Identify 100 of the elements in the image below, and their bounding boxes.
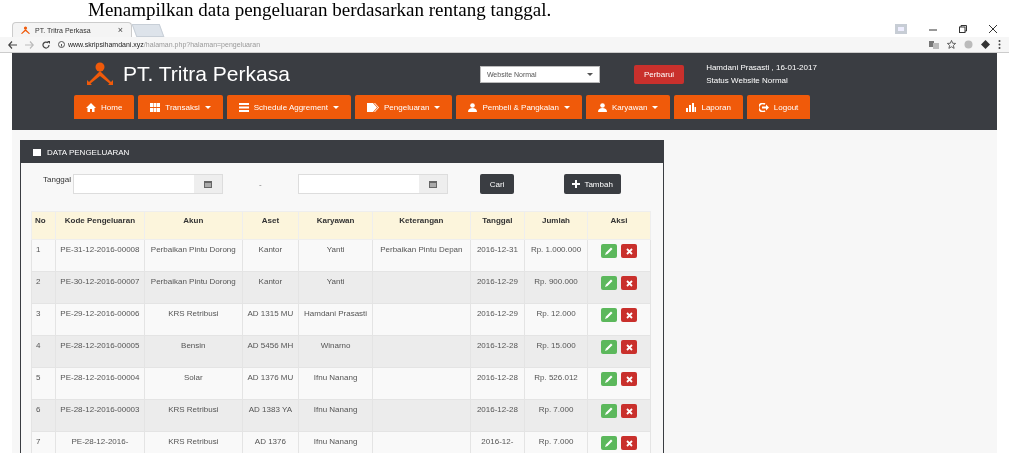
table-cell: Ifnu Nanang — [313, 437, 358, 446]
nav-item[interactable]: Schedule Aggrement — [226, 95, 351, 119]
translate-icon[interactable] — [929, 40, 939, 49]
table-cell: 2016-12-28 — [476, 373, 518, 382]
start-date-field[interactable] — [73, 174, 224, 194]
pencil-icon — [605, 439, 613, 447]
table-cell: KRS Retribusi — [168, 405, 219, 414]
calendar-icon[interactable] — [204, 180, 213, 188]
table-cell: KRS Retribusi — [168, 309, 219, 318]
edit-button[interactable] — [601, 372, 617, 386]
table-cell: Perbaikan Pintu Dorong — [150, 245, 236, 254]
column-header: Jumlah — [524, 211, 588, 240]
close-icon — [625, 407, 633, 415]
table-cell: 3 — [36, 309, 41, 318]
search-button[interactable]: Cari — [479, 174, 515, 194]
delete-button[interactable] — [621, 340, 637, 354]
table-cell: 5 — [36, 373, 41, 382]
nav-item[interactable]: Pengeluaran — [355, 95, 453, 119]
star-icon[interactable] — [947, 40, 956, 49]
calendar-icon[interactable] — [428, 180, 437, 188]
home-icon — [86, 102, 96, 112]
nav-item[interactable]: Pembeli & Pangkalan — [456, 95, 582, 119]
table-cell: Yanti — [326, 245, 345, 254]
column-header: Kode Pengeluaran — [55, 211, 145, 240]
close-icon — [625, 343, 633, 351]
info-icon — [58, 41, 65, 48]
nav-item[interactable]: Home — [74, 95, 135, 119]
caret-icon — [434, 105, 441, 109]
close-icon[interactable] — [989, 24, 997, 33]
grid-icon — [150, 102, 161, 112]
edit-button[interactable] — [601, 244, 617, 258]
table-cell: 1 — [36, 245, 41, 254]
delete-button[interactable] — [621, 372, 637, 386]
close-icon — [625, 247, 633, 255]
update-button[interactable]: Perbarui — [633, 64, 685, 84]
edit-button[interactable] — [601, 308, 617, 322]
table-cell: Solar — [183, 373, 203, 382]
column-header: Tanggal — [470, 211, 525, 240]
caret-icon — [563, 105, 570, 109]
delete-button[interactable] — [621, 308, 637, 322]
column-header: Aksi — [587, 211, 651, 240]
table-cell: Perbaikan Pintu Depan — [380, 245, 463, 254]
edit-button[interactable] — [601, 436, 617, 450]
menu-icon[interactable] — [998, 40, 1001, 49]
pencil-icon — [605, 343, 613, 351]
table-cell: Perbaikan Pintu Dorong — [150, 277, 236, 286]
table-cell: PE-28-12-2016- — [71, 437, 129, 446]
nav-item[interactable]: Karyawan — [585, 95, 671, 119]
delete-button[interactable] — [621, 244, 637, 258]
reload-icon[interactable] — [42, 40, 50, 49]
table-cell: Ifnu Nanang — [313, 373, 358, 382]
table-cell: PE-28-12-2016-00003 — [60, 405, 140, 414]
table-cell: 2016-12- — [481, 437, 514, 446]
caret-icon — [652, 105, 659, 109]
brand-name: PT. Tritra Perkasa — [123, 62, 290, 86]
table-cell: Hamdani Prasasti — [304, 309, 368, 318]
table-cell: 2016-12-28 — [476, 405, 518, 414]
table-cell: Kantor — [258, 277, 283, 286]
maximize-icon[interactable] — [959, 24, 967, 33]
delete-button[interactable] — [621, 404, 637, 418]
user-icon — [597, 102, 607, 112]
delete-button[interactable] — [621, 436, 637, 450]
caption-text: Menampilkan data pengeluaran berdasarkan rentang tanggal. — [87, 0, 553, 20]
table-cell: Winarno — [320, 341, 351, 350]
table-cell: PE-28-12-2016-00005 — [60, 341, 140, 350]
table-cell: AD 1376 MU — [247, 373, 294, 382]
nav-item[interactable]: Transaksi — [138, 95, 223, 119]
table-cell: Rp. 526.012 — [534, 373, 578, 382]
edit-button[interactable] — [601, 276, 617, 290]
table-cell: Kantor — [258, 245, 283, 254]
pencil-icon — [605, 311, 613, 319]
edit-button[interactable] — [601, 340, 617, 354]
table-cell: 2016-12-29 — [476, 277, 518, 286]
table-cell: Rp. 15.000 — [536, 341, 576, 350]
logout-icon — [758, 102, 769, 112]
end-date-field[interactable] — [297, 174, 448, 194]
delete-button[interactable] — [621, 276, 637, 290]
edit-button[interactable] — [601, 404, 617, 418]
table-cell: Ifnu Nanang — [313, 405, 358, 414]
nav-item[interactable]: Laporan — [674, 95, 743, 119]
table-cell: AD 1376 — [254, 437, 286, 446]
pencil-icon — [605, 375, 613, 383]
close-icon — [625, 311, 633, 319]
caret-icon — [204, 105, 211, 109]
close-icon — [625, 375, 633, 383]
table-cell: PE-31-12-2016-00008 — [60, 245, 140, 254]
add-button[interactable]: Tambah — [564, 174, 621, 194]
table-cell: PE-30-12-2016-00007 — [60, 277, 140, 286]
range-separator: - — [259, 179, 262, 189]
nav-item[interactable]: Logout — [746, 95, 811, 119]
table-cell: Bensin — [181, 341, 206, 350]
table-cell: 2016-12-29 — [476, 309, 518, 318]
back-icon[interactable] — [8, 40, 17, 49]
close-icon[interactable]: × — [117, 25, 123, 35]
pencil-icon — [605, 407, 613, 415]
table-cell: AD 1383 YA — [248, 405, 293, 414]
table-cell: PE-28-12-2016-00004 — [60, 373, 140, 382]
column-header: Karyawan — [298, 211, 373, 240]
column-header: No — [31, 211, 56, 240]
table-cell: Yanti — [326, 277, 345, 286]
